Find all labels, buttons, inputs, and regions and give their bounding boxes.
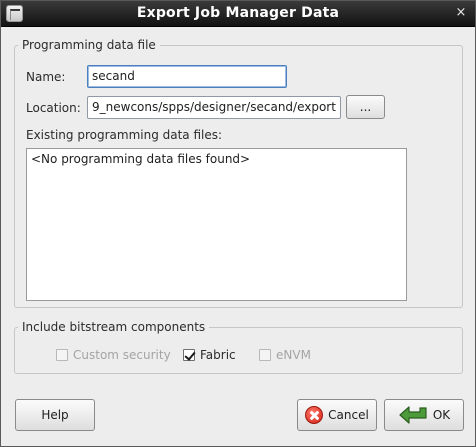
ok-arrow-icon: [399, 406, 427, 424]
window-title: Export Job Manager Data: [136, 5, 340, 21]
existing-files-list[interactable]: <No programming data files found>: [26, 148, 407, 301]
ok-button-label: OK: [432, 408, 451, 422]
help-button-label: Help: [41, 408, 69, 422]
location-field[interactable]: 9_newcons/spps/designer/secand/export: [87, 96, 341, 119]
browse-button-label: ...: [359, 100, 372, 114]
ok-button[interactable]: OK: [384, 399, 464, 431]
export-dialog: Export Job Manager Data × Programming da…: [0, 0, 476, 447]
bitstream-group-label: Include bitstream components: [18, 320, 210, 334]
fabric-checkbox[interactable]: [183, 349, 195, 361]
envm-checkbox-row[interactable]: eNVM: [259, 348, 311, 362]
cancel-button-label: Cancel: [328, 408, 369, 422]
custom-security-label: Custom security: [73, 348, 171, 362]
title-bar[interactable]: Export Job Manager Data ×: [1, 1, 475, 27]
programming-data-group-label: Programming data file: [18, 38, 160, 52]
envm-checkbox[interactable]: [259, 349, 271, 361]
cancel-button[interactable]: Cancel: [297, 399, 377, 431]
name-field[interactable]: secand: [87, 65, 287, 88]
fabric-label: Fabric: [200, 348, 236, 362]
fabric-checkbox-row[interactable]: Fabric: [183, 348, 236, 362]
browse-button[interactable]: ...: [346, 95, 385, 119]
envm-label: eNVM: [276, 348, 311, 362]
custom-security-checkbox[interactable]: [56, 349, 68, 361]
existing-files-label: Existing programming data files:: [26, 128, 223, 142]
close-icon[interactable]: ×: [453, 5, 469, 21]
custom-security-checkbox-row[interactable]: Custom security: [56, 348, 171, 362]
cancel-icon: [305, 406, 324, 424]
location-label: Location:: [26, 101, 81, 115]
help-button[interactable]: Help: [15, 399, 95, 431]
name-label: Name:: [26, 70, 66, 84]
list-item: <No programming data files found>: [31, 152, 251, 166]
